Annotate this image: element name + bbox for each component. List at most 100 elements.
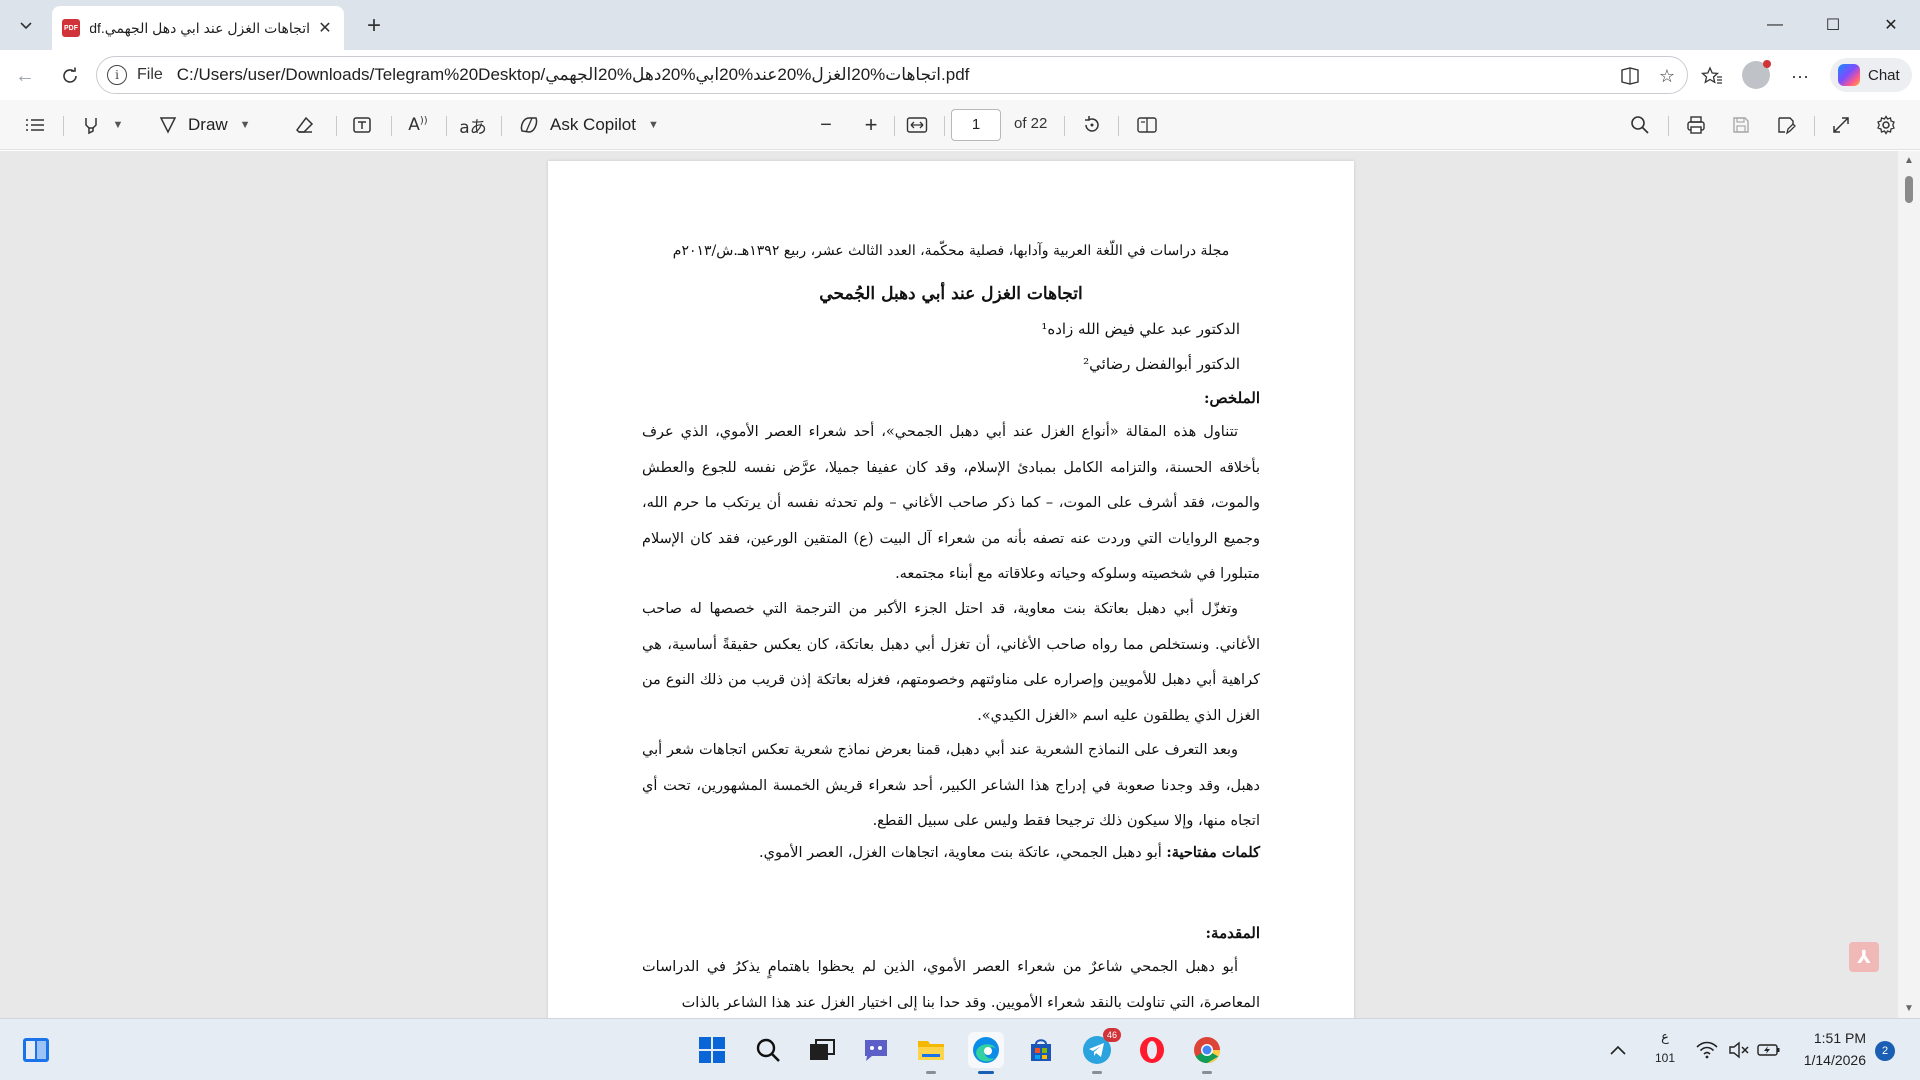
add-text-icon[interactable]	[347, 110, 377, 140]
volume-muted-icon[interactable]	[1726, 1032, 1752, 1068]
new-tab-button[interactable]: +	[360, 12, 388, 40]
file-explorer-icon[interactable]	[913, 1032, 949, 1074]
immersive-reader-icon[interactable]	[1614, 60, 1646, 92]
eraser-icon[interactable]	[290, 110, 320, 140]
translate-icon[interactable]: aあ	[457, 110, 489, 140]
page-number-input[interactable]: 1	[951, 109, 1001, 141]
url-scheme: File	[137, 66, 163, 83]
save-icon[interactable]	[1726, 110, 1756, 140]
ask-copilot-button[interactable]: Ask Copilot ▼	[518, 110, 670, 140]
pdf-file-icon: PDF	[62, 19, 80, 37]
favorite-star-icon[interactable]: ☆	[1651, 60, 1683, 92]
more-options-icon[interactable]: ···	[1784, 60, 1816, 92]
author-2: الدكتور أبوالفضل رضائي²	[1083, 355, 1240, 373]
teams-chat-icon[interactable]	[858, 1032, 894, 1068]
toolbar-separator	[336, 116, 337, 136]
save-as-icon[interactable]	[1771, 110, 1801, 140]
input-language-indicator[interactable]: ع	[1655, 1029, 1675, 1045]
highlighter-icon	[84, 118, 97, 135]
edge-browser-icon[interactable]	[968, 1032, 1004, 1074]
search-icon[interactable]	[1625, 110, 1655, 140]
notification-count-badge[interactable]: 2	[1875, 1041, 1895, 1061]
pdf-page: مجلة دراسات في اللّغة العربية وآدابها، ف…	[548, 161, 1354, 1018]
chevron-down-icon: ▼	[239, 119, 251, 131]
draw-pen-icon	[159, 117, 177, 134]
pdf-toolbar: ▼ Draw ▼ A)) aあ Ask Copilot ▼ − + 1 of 2…	[0, 100, 1920, 150]
favorites-icon[interactable]	[1696, 60, 1728, 92]
taskbar: 46 ع 101 1:51 PM 1/14/2026 2	[0, 1018, 1920, 1080]
close-tab-icon[interactable]: ✕	[316, 19, 334, 37]
page-view-icon[interactable]	[1132, 110, 1162, 140]
profile-alert-dot	[1763, 60, 1771, 68]
back-arrow-icon[interactable]: ←	[9, 60, 41, 92]
address-bar[interactable]: i File C:/Users/user/Downloads/Telegram%…	[96, 56, 1688, 94]
print-icon[interactable]	[1681, 110, 1711, 140]
telegram-icon[interactable]: 46	[1079, 1028, 1121, 1074]
browser-tab[interactable]: PDF اتجاهات الغزل عند ابي دهل الجهمي.pdf…	[52, 6, 344, 50]
scroll-thumb[interactable]	[1905, 176, 1913, 203]
author-1: الدكتور عبد علي فيض الله زاده¹	[1041, 320, 1240, 338]
start-windows-icon[interactable]	[694, 1032, 730, 1068]
show-hidden-icons-chevron-up-icon[interactable]	[1603, 1032, 1633, 1068]
keywords-label: كلمات مفتاحية:	[1166, 844, 1260, 861]
toolbar-separator	[63, 116, 64, 136]
highlight-button[interactable]: ▼	[74, 110, 130, 140]
toolbar-separator	[1668, 116, 1669, 136]
widgets-icon[interactable]	[18, 1032, 54, 1068]
abstract-paragraph-3: وبعد التعرف على النماذج الشعرية عند أبي …	[642, 742, 1260, 829]
chevron-down-icon: ▼	[112, 119, 124, 131]
vertical-scrollbar[interactable]: ▲ ▼	[1898, 151, 1920, 1018]
clock-date[interactable]: 1/14/2026	[1788, 1052, 1866, 1068]
toolbar-separator	[894, 116, 895, 136]
running-indicator	[926, 1071, 936, 1074]
acrobat-pdf-icon[interactable]: ⅄	[1849, 942, 1879, 972]
opera-browser-icon[interactable]	[1134, 1032, 1170, 1068]
fit-to-width-icon[interactable]	[902, 110, 932, 140]
abstract-paragraph-1: تتناول هذه المقالة «أنواع الغزل عند أبي …	[642, 424, 1260, 582]
refresh-icon[interactable]	[54, 60, 86, 92]
input-language-sub: 101	[1654, 1051, 1676, 1065]
battery-charging-icon[interactable]	[1756, 1032, 1782, 1068]
read-aloud-icon[interactable]: A))	[402, 110, 434, 140]
microsoft-store-icon[interactable]	[1023, 1032, 1059, 1068]
search-icon[interactable]	[750, 1032, 786, 1068]
info-icon[interactable]: i	[107, 65, 127, 85]
tab-actions-menu-button[interactable]	[10, 10, 42, 40]
settings-gear-icon[interactable]	[1871, 110, 1901, 140]
pdf-viewer-area[interactable]: مجلة دراسات في اللّغة العربية وآدابها، ف…	[0, 151, 1920, 1018]
abstract-heading: الملخص:	[1204, 389, 1260, 407]
clock-time[interactable]: 1:51 PM	[1788, 1030, 1866, 1046]
toolbar-separator	[1814, 116, 1815, 136]
scroll-up-arrow-icon[interactable]: ▲	[1904, 155, 1914, 166]
toolbar-separator	[944, 116, 945, 136]
maximize-button[interactable]: ☐	[1804, 0, 1862, 50]
chat-label: Chat	[1868, 66, 1900, 84]
fullscreen-icon[interactable]	[1826, 110, 1856, 140]
rotate-icon[interactable]	[1077, 110, 1107, 140]
running-indicator	[1092, 1071, 1102, 1074]
telegram-unread-badge: 46	[1103, 1028, 1121, 1042]
tab-bar: PDF اتجاهات الغزل عند ابي دهل الجهمي.pdf…	[0, 0, 1920, 50]
task-view-icon[interactable]	[804, 1032, 840, 1068]
toolbar-separator	[446, 116, 447, 136]
zoom-in-icon[interactable]: +	[856, 110, 886, 140]
contents-list-icon[interactable]	[20, 110, 50, 140]
keywords-text: أبو دهبل الجمحي، عاتكة بنت معاوية، اتجاه…	[759, 845, 1167, 861]
draw-button[interactable]: Draw ▼	[158, 110, 270, 140]
abstract-paragraph-2: وتغزّل أبي دهبل بعاتكة بنت معاوية، قد اح…	[642, 601, 1260, 724]
wifi-icon[interactable]	[1694, 1032, 1720, 1068]
copilot-chat-button[interactable]: Chat	[1830, 58, 1912, 92]
journal-header: مجلة دراسات في اللّغة العربية وآدابها، ف…	[672, 243, 1230, 259]
minimize-button[interactable]: —	[1746, 0, 1804, 50]
chrome-browser-icon[interactable]	[1189, 1032, 1225, 1074]
zoom-out-icon[interactable]: −	[811, 110, 841, 140]
close-window-button[interactable]: ✕	[1862, 0, 1920, 50]
ask-copilot-label: Ask Copilot	[550, 115, 636, 134]
toolbar-separator	[501, 116, 502, 136]
address-bar-row: ← i File C:/Users/user/Downloads/Telegra…	[0, 50, 1920, 100]
page-count: of 22	[1014, 115, 1048, 132]
intro-paragraph-1: أبو دهبل الجمحي شاعرٌ من شعراء العصر الأ…	[642, 959, 1260, 1011]
url-text[interactable]: C:/Users/user/Downloads/Telegram%20Deskt…	[177, 65, 970, 85]
scroll-down-arrow-icon[interactable]: ▼	[1904, 1003, 1914, 1014]
running-indicator	[1202, 1071, 1212, 1074]
